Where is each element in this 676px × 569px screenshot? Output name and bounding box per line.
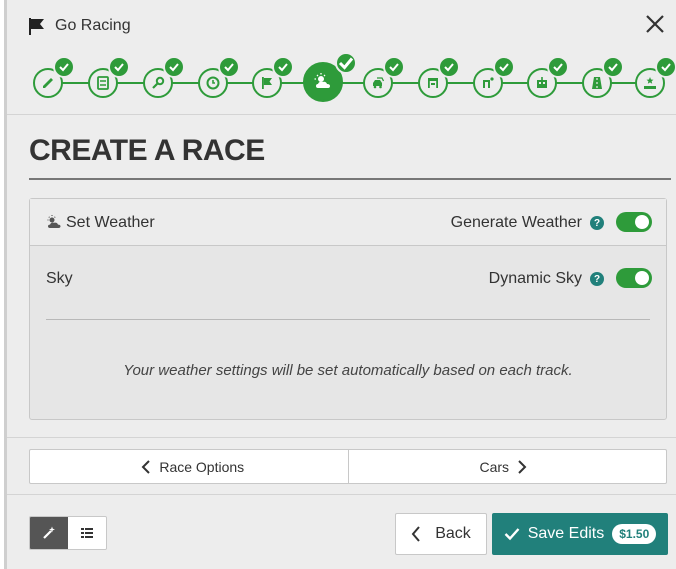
cars-icon — [373, 77, 385, 89]
divider — [7, 114, 676, 115]
pit-crew-icon — [483, 77, 494, 88]
podium-icon — [644, 77, 656, 89]
magic-wand-icon — [43, 526, 55, 539]
check-icon — [218, 56, 240, 78]
help-icon[interactable]: ? — [590, 272, 604, 286]
flag-icon — [29, 18, 44, 35]
dynamic-sky-toggle[interactable] — [616, 268, 652, 288]
step-grid[interactable] — [418, 56, 460, 98]
help-icon[interactable]: ? — [590, 216, 604, 230]
check-icon — [547, 56, 569, 78]
check-icon — [272, 56, 294, 78]
list-icon — [81, 528, 93, 538]
check-icon — [108, 56, 130, 78]
window-title: Go Racing — [55, 17, 131, 34]
flag-icon — [262, 77, 272, 89]
page-title: CREATE A RACE — [29, 134, 265, 167]
list-icon — [97, 76, 109, 90]
pencil-icon — [43, 78, 53, 88]
cars-label: Cars — [479, 458, 510, 475]
weather-icon — [314, 73, 330, 88]
step-clock[interactable] — [198, 56, 240, 98]
step-pit-crew[interactable] — [473, 56, 515, 98]
track-icon — [592, 77, 602, 89]
chevron-left-icon — [141, 459, 151, 474]
weather-info-text: Your weather settings will be set automa… — [123, 362, 573, 379]
create-race-dialog: Go Racing CREATE A RACE Set Weather Gene… — [4, 0, 676, 569]
generate-weather-toggle[interactable] — [616, 212, 652, 232]
step-controller[interactable] — [527, 56, 569, 98]
weather-icon — [47, 215, 61, 228]
back-label: Back — [435, 525, 471, 542]
step-list[interactable] — [88, 56, 130, 98]
section-nav: Race Options Cars — [29, 449, 667, 484]
back-button[interactable]: Back — [395, 513, 487, 555]
weather-card-header: Set Weather Generate Weather ? — [30, 199, 666, 246]
divider — [7, 494, 676, 495]
key-icon — [152, 76, 165, 89]
close-icon[interactable] — [643, 12, 667, 36]
chevron-left-icon — [411, 526, 420, 542]
cars-button[interactable]: Cars — [347, 450, 667, 483]
title-bar: Go Racing — [7, 6, 676, 50]
steps-bar — [7, 52, 676, 114]
divider — [46, 319, 650, 320]
weather-card: Set Weather Generate Weather ? Sky Dynam… — [29, 198, 667, 420]
race-options-label: Race Options — [159, 458, 245, 475]
title-underline — [29, 178, 671, 180]
check-icon — [493, 56, 515, 78]
list-mode-button[interactable] — [68, 517, 106, 549]
sky-label: Sky — [46, 270, 73, 287]
check-icon — [53, 56, 75, 78]
steps-connector — [37, 82, 659, 84]
step-cars[interactable] — [363, 56, 405, 98]
chevron-right-icon — [518, 459, 527, 474]
generate-weather-label: Generate Weather — [450, 214, 582, 231]
race-options-button[interactable]: Race Options — [30, 450, 348, 483]
checkmark-icon — [504, 528, 520, 541]
grid-icon — [428, 78, 438, 88]
check-icon — [335, 52, 357, 74]
step-track[interactable] — [582, 56, 624, 98]
step-pencil[interactable] — [33, 56, 75, 98]
check-icon — [602, 56, 624, 78]
dynamic-sky-label: Dynamic Sky — [488, 270, 582, 287]
view-mode-toggle — [29, 516, 107, 550]
step-podium[interactable] — [635, 56, 676, 98]
step-key[interactable] — [143, 56, 185, 98]
set-weather-label: Set Weather — [66, 214, 155, 231]
controller-icon — [537, 77, 547, 88]
save-edits-button[interactable]: Save Edits $1.50 — [492, 513, 668, 555]
save-edits-label: Save Edits — [527, 525, 605, 542]
divider — [7, 437, 676, 438]
wizard-mode-button[interactable] — [30, 517, 68, 549]
step-flag[interactable] — [252, 56, 294, 98]
check-icon — [438, 56, 460, 78]
step-weather[interactable] — [303, 52, 357, 102]
check-icon — [655, 56, 676, 78]
check-icon — [383, 56, 405, 78]
check-icon — [163, 56, 185, 78]
clock-icon — [206, 76, 220, 90]
price-badge: $1.50 — [612, 524, 657, 544]
